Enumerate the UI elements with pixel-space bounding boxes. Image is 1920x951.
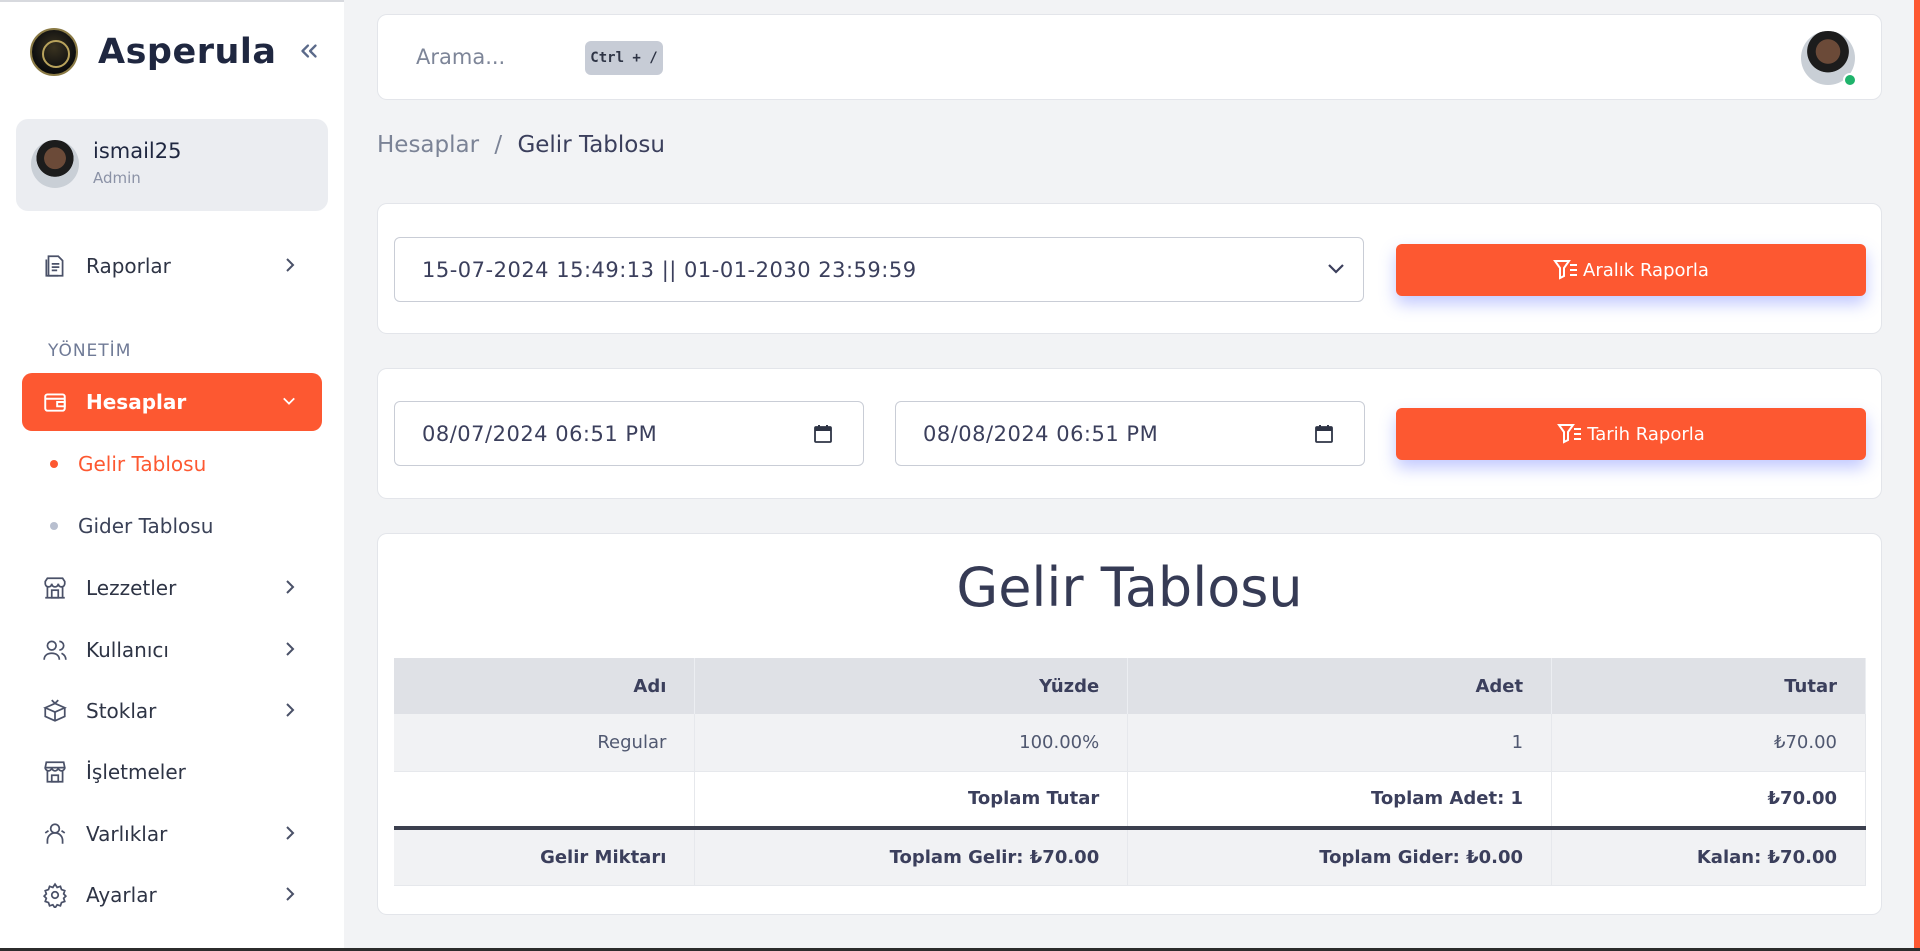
date-range-select[interactable]: 15-07-2024 15:49:13 || 01-01-2030 23:59:… bbox=[394, 237, 1364, 302]
breadcrumb-current: Gelir Tablosu bbox=[517, 132, 665, 158]
sidebar-item-label: Lezzetler bbox=[86, 576, 177, 600]
sidebar-item-label: Hesaplar bbox=[86, 390, 187, 414]
breadcrumb-parent[interactable]: Hesaplar bbox=[377, 132, 479, 158]
bullet-icon bbox=[50, 460, 58, 468]
sidebar-item-kullanici[interactable]: Kullanıcı bbox=[22, 621, 322, 679]
sidebar: Asperula ismail25 Admin Raporlar YÖNETİM… bbox=[0, 0, 344, 951]
column-header-amount[interactable]: Tutar bbox=[1551, 658, 1866, 714]
sidebar-item-hesaplar[interactable]: Hesaplar bbox=[22, 373, 322, 431]
cell-count: 1 bbox=[1127, 714, 1553, 772]
sidebar-item-label: Varlıklar bbox=[86, 822, 168, 846]
sidebar-item-lezzetler[interactable]: Lezzetler bbox=[22, 559, 322, 617]
sidebar-subitem-label: Gider Tablosu bbox=[78, 514, 214, 538]
breadcrumb-separator: / bbox=[494, 132, 503, 158]
summary-label: Gelir Miktarı bbox=[394, 826, 696, 886]
sidebar-item-raporlar[interactable]: Raporlar bbox=[22, 237, 322, 295]
calendar-icon[interactable] bbox=[1314, 424, 1334, 444]
filter-icon bbox=[1557, 424, 1582, 444]
total-count: Toplam Adet: 1 bbox=[1127, 771, 1553, 829]
start-date-value: 08/07/2024 06:51 PM bbox=[422, 421, 658, 446]
cell-amount: ₺70.00 bbox=[1551, 714, 1866, 772]
sidebar-item-ayarlar[interactable]: Ayarlar bbox=[22, 866, 322, 924]
report-icon bbox=[45, 255, 64, 277]
end-date-input[interactable]: 08/08/2024 06:51 PM bbox=[895, 401, 1365, 466]
date-filter-card: 08/07/2024 06:51 PM 08/08/2024 06:51 PM … bbox=[377, 368, 1882, 499]
chevron-right-icon bbox=[286, 826, 295, 840]
chevron-right-icon bbox=[286, 258, 295, 272]
range-report-button[interactable]: Aralık Raporla bbox=[1396, 244, 1866, 296]
table-header-row: Adı Yüzde Adet Tutar bbox=[394, 658, 1866, 714]
scrollbar[interactable] bbox=[1914, 0, 1920, 951]
table-row: Regular 100.00% 1 ₺70.00 bbox=[394, 714, 1866, 772]
income-table: Adı Yüzde Adet Tutar Regular 100.00% 1 ₺… bbox=[394, 658, 1866, 886]
collapse-sidebar-icon[interactable] bbox=[296, 38, 322, 70]
shop-icon bbox=[44, 761, 66, 783]
calendar-icon[interactable] bbox=[813, 424, 833, 444]
total-label: Toplam Tutar bbox=[694, 771, 1129, 829]
end-date-value: 08/08/2024 06:51 PM bbox=[923, 421, 1159, 446]
search-input[interactable] bbox=[416, 45, 566, 69]
sidebar-subitem-gelir-tablosu[interactable]: Gelir Tablosu bbox=[50, 452, 206, 476]
cell-empty bbox=[394, 771, 696, 829]
sidebar-item-stoklar[interactable]: Stoklar bbox=[22, 682, 322, 740]
user-name: ismail25 bbox=[93, 139, 182, 163]
user-role: Admin bbox=[93, 169, 141, 187]
report-card: Gelir Tablosu Adı Yüzde Adet Tutar Regul… bbox=[377, 533, 1882, 915]
cell-percent: 100.00% bbox=[694, 714, 1129, 772]
sidebar-item-label: Raporlar bbox=[86, 254, 171, 278]
users-icon bbox=[43, 640, 67, 660]
avatar bbox=[31, 140, 79, 188]
totals-row: Toplam Tutar Toplam Adet: 1 ₺70.00 bbox=[394, 771, 1866, 829]
summary-income: Toplam Gelir: ₺70.00 bbox=[694, 826, 1129, 886]
sidebar-item-label: Ayarlar bbox=[86, 883, 157, 907]
box-icon bbox=[43, 699, 67, 722]
column-header-count[interactable]: Adet bbox=[1127, 658, 1553, 714]
breadcrumb: Hesaplar / Gelir Tablosu bbox=[377, 132, 665, 158]
topbar: Ctrl + / bbox=[377, 14, 1882, 100]
chevron-down-icon bbox=[283, 397, 295, 405]
button-label: Tarih Raporla bbox=[1587, 423, 1705, 445]
sidebar-item-varliklar[interactable]: Varlıklar bbox=[22, 805, 322, 863]
chevron-right-icon bbox=[286, 887, 295, 901]
bullet-icon bbox=[50, 522, 58, 530]
sidebar-item-isletmeler[interactable]: İşletmeler bbox=[22, 743, 322, 801]
column-header-name[interactable]: Adı bbox=[394, 658, 696, 714]
section-title: YÖNETİM bbox=[48, 341, 132, 361]
chevron-down-icon bbox=[1328, 264, 1344, 274]
sidebar-item-label: İşletmeler bbox=[86, 760, 186, 784]
date-report-button[interactable]: Tarih Raporla bbox=[1396, 408, 1866, 460]
chevron-right-icon bbox=[286, 703, 295, 717]
online-status-icon bbox=[1843, 73, 1857, 87]
button-label: Aralık Raporla bbox=[1583, 259, 1709, 281]
cell-name: Regular bbox=[394, 714, 696, 772]
summary-row: Gelir Miktarı Toplam Gelir: ₺70.00 Topla… bbox=[394, 826, 1866, 886]
shortcut-badge: Ctrl + / bbox=[585, 41, 663, 75]
assets-icon bbox=[44, 823, 66, 844]
sidebar-subitem-label: Gelir Tablosu bbox=[78, 452, 207, 476]
sidebar-item-label: Kullanıcı bbox=[86, 638, 169, 662]
chevron-right-icon bbox=[286, 642, 295, 656]
gear-icon bbox=[42, 882, 68, 908]
column-header-percent[interactable]: Yüzde bbox=[694, 658, 1129, 714]
sidebar-item-label: Stoklar bbox=[86, 699, 157, 723]
range-filter-card: 15-07-2024 15:49:13 || 01-01-2030 23:59:… bbox=[377, 203, 1882, 334]
total-amount: ₺70.00 bbox=[1551, 771, 1866, 829]
brand[interactable]: Asperula bbox=[30, 28, 277, 76]
wallet-icon bbox=[44, 393, 66, 412]
summary-expense: Toplam Gider: ₺0.00 bbox=[1127, 826, 1553, 886]
sidebar-subitem-gider-tablosu[interactable]: Gider Tablosu bbox=[50, 514, 213, 538]
chevron-right-icon bbox=[286, 580, 295, 594]
user-card[interactable]: ismail25 Admin bbox=[16, 119, 328, 211]
start-date-input[interactable]: 08/07/2024 06:51 PM bbox=[394, 401, 864, 466]
report-title: Gelir Tablosu bbox=[956, 556, 1303, 619]
app-name: Asperula bbox=[98, 32, 277, 72]
date-range-value: 15-07-2024 15:49:13 || 01-01-2030 23:59:… bbox=[422, 257, 917, 282]
asperula-logo bbox=[30, 28, 78, 76]
summary-remaining: Kalan: ₺70.00 bbox=[1551, 826, 1866, 886]
store-icon bbox=[44, 577, 66, 599]
filter-icon bbox=[1553, 260, 1578, 280]
